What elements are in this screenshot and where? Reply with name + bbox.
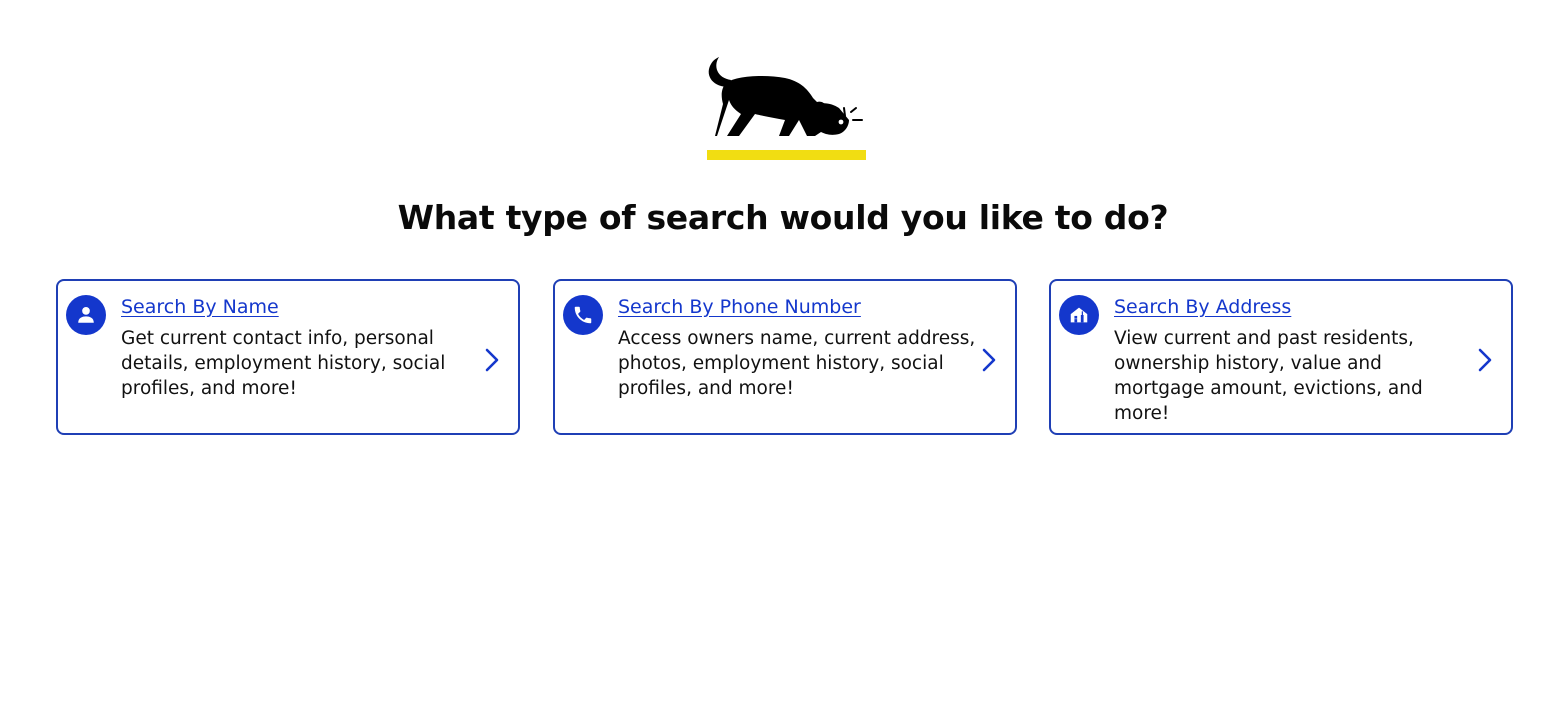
search-by-phone-description: Access owners name, current address, pho… — [618, 328, 976, 399]
search-by-phone-card[interactable]: Search By Phone Number Access owners nam… — [553, 279, 1017, 435]
search-by-name-card[interactable]: Search By Name Get current contact info,… — [56, 279, 520, 435]
dog-logo — [703, 54, 869, 162]
search-by-phone-link[interactable]: Search By Phone Number — [618, 296, 861, 318]
page-heading: What type of search would you like to do… — [397, 198, 1169, 237]
dog-logo-icon — [707, 57, 866, 160]
search-by-address-description: View current and past residents, ownersh… — [1114, 328, 1423, 424]
phone-icon — [563, 295, 603, 335]
search-by-address-card[interactable]: Search By Address View current and past … — [1049, 279, 1513, 435]
chevron-right-icon[interactable] — [484, 347, 500, 373]
search-by-name-link[interactable]: Search By Name — [121, 296, 279, 318]
search-by-name-description: Get current contact info, personal detai… — [121, 328, 446, 399]
person-icon — [66, 295, 106, 335]
chevron-right-icon[interactable] — [1477, 347, 1493, 373]
chevron-right-icon[interactable] — [981, 347, 997, 373]
search-by-address-link[interactable]: Search By Address — [1114, 296, 1291, 318]
house-icon — [1059, 295, 1099, 335]
